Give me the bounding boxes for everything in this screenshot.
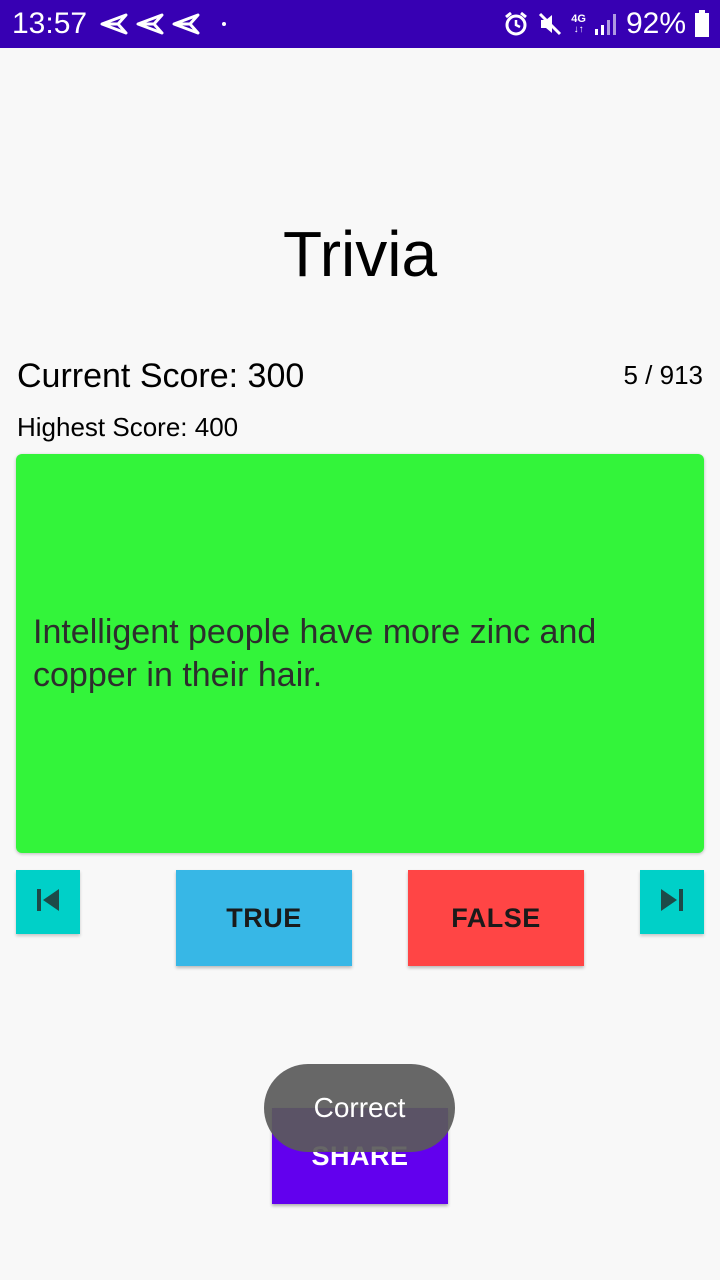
false-button[interactable]: FALSE	[408, 870, 584, 966]
alarm-icon	[503, 11, 529, 37]
battery-icon	[694, 10, 710, 38]
network-activity-arrows: ↓↑	[573, 23, 584, 35]
mute-icon	[537, 11, 563, 37]
more-notifications-dot	[222, 22, 226, 26]
network-type-label: 4G	[571, 12, 586, 25]
status-time: 13:57	[12, 7, 88, 40]
notification-icons	[100, 10, 226, 38]
previous-question-button[interactable]	[16, 870, 80, 934]
skip-next-icon	[658, 886, 686, 919]
correct-toast: Correct	[264, 1064, 455, 1152]
question-text: Intelligent people have more zinc and co…	[33, 612, 597, 694]
network-type-icon: 4G ↓↑	[571, 12, 586, 35]
question-card: Intelligent people have more zinc and co…	[16, 454, 704, 853]
highest-score: Highest Score: 400	[17, 412, 239, 442]
skip-previous-icon	[34, 886, 62, 919]
question-counter: 5 / 913	[623, 360, 703, 390]
next-question-button[interactable]	[640, 870, 704, 934]
status-bar: 13:57 4G ↓↑ 92%	[0, 0, 720, 48]
signal-icon	[594, 12, 618, 36]
battery-percent: 92%	[625, 7, 686, 40]
current-score: Current Score: 300	[17, 357, 305, 395]
send-icon	[100, 13, 128, 35]
system-status-icons: 4G ↓↑ 92%	[503, 8, 710, 40]
page-title: Trivia	[282, 218, 438, 290]
true-button[interactable]: TRUE	[176, 870, 352, 966]
send-icon	[172, 13, 200, 35]
send-icon	[136, 13, 164, 35]
